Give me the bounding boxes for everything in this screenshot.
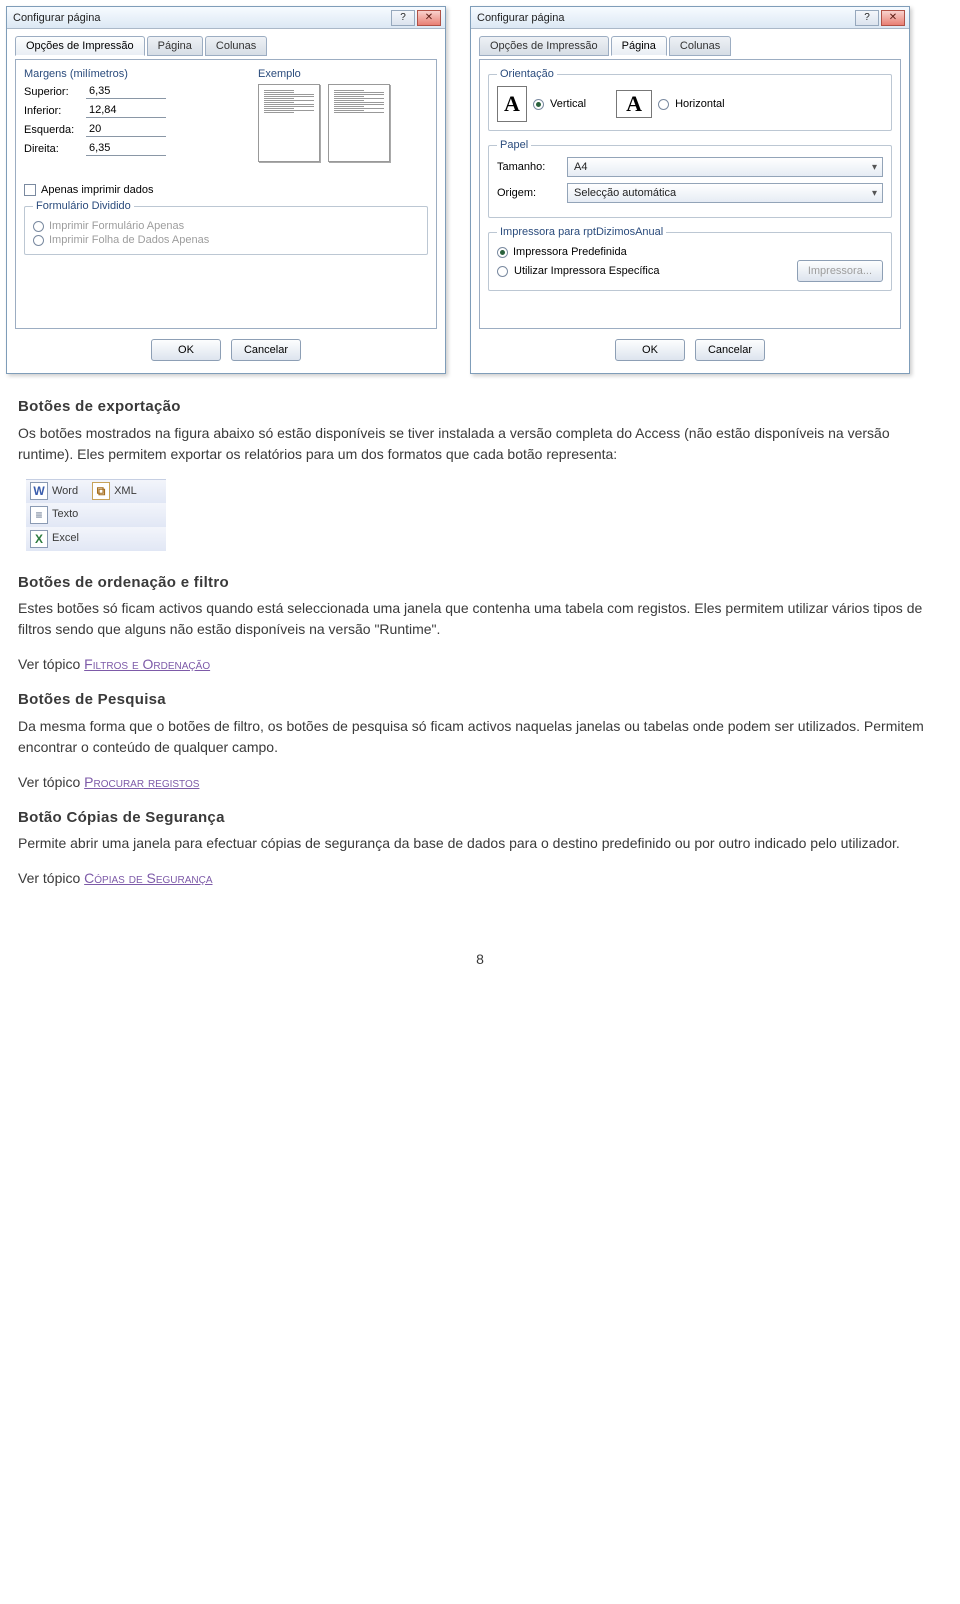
printer-legend: Impressora para rptDizimosAnual [497,226,666,238]
example-label: Exemplo [258,68,428,80]
landscape-page-icon: A [616,90,652,118]
split-form-legend: Formulário Dividido [33,200,134,212]
tab-opcoes-impressao[interactable]: Opções de Impressão [15,36,145,56]
paragraph-backup: Permite abrir uma janela para efectuar c… [18,833,942,854]
print-datasheet-only-label: Imprimir Folha de Dados Apenas [49,234,209,246]
specific-printer-label: Utilizar Impressora Específica [514,265,660,277]
paper-group: Papel Tamanho: A4 Origem: Selecção autom… [488,139,892,218]
page-preview-icon [328,84,390,162]
tab-colunas[interactable]: Colunas [205,36,267,56]
tab-opcoes-impressao[interactable]: Opções de Impressão [479,36,609,56]
paragraph-sort-filter: Estes botões só ficam activos quando est… [18,598,942,640]
portrait-page-icon: A [497,86,527,122]
tab-colunas[interactable]: Colunas [669,36,731,56]
paper-legend: Papel [497,139,531,151]
dialog-body-right: Opções de Impressão Página Colunas Orien… [471,29,909,373]
link-filters-ordenacao[interactable]: Filtros e Ordenação [84,656,210,672]
tamanho-dropdown[interactable]: A4 [567,157,883,177]
page-number: 8 [18,949,942,970]
heading-backup-button: Botão Cópias de Segurança [18,807,942,830]
margins-group: Margens (milímetros) Superior: Inferior:… [24,68,244,160]
printer-group: Impressora para rptDizimosAnual Impresso… [488,226,892,291]
dialog-title: Configurar página [477,12,853,24]
orientation-legend: Orientação [497,68,557,80]
titlebar-right: Configurar página ? ✕ [471,7,909,29]
dialog-body-left: Opções de Impressão Página Colunas Marge… [7,29,445,373]
see-topic-prefix: Ver tópico [18,774,84,790]
dialog-page-setup-left: Configurar página ? ✕ Opções de Impressã… [6,6,446,374]
default-printer-radio[interactable] [497,247,508,258]
only-data-checkbox[interactable] [24,184,36,196]
tamanho-label: Tamanho: [497,161,561,173]
tab-pagina[interactable]: Página [147,36,203,56]
heading-export-buttons: Botões de exportação [18,396,942,419]
horizontal-radio[interactable] [658,99,669,110]
tabs-right: Opções de Impressão Página Colunas [479,35,901,55]
paragraph-export: Os botões mostrados na figura abaixo só … [18,423,942,465]
help-button[interactable]: ? [391,10,415,26]
dialogs-row: Configurar página ? ✕ Opções de Impressã… [0,0,960,374]
cancel-button[interactable]: Cancelar [695,339,765,361]
help-button[interactable]: ? [855,10,879,26]
only-data-label: Apenas imprimir dados [41,184,154,196]
heading-search-buttons: Botões de Pesquisa [18,689,942,712]
xml-icon: ⧉ [92,482,110,500]
direita-label: Direita: [24,143,86,155]
vertical-label: Vertical [550,98,586,110]
link-copias-seguranca[interactable]: Cópias de Segurança [84,870,212,886]
see-topic-prefix: Ver tópico [18,870,84,886]
word-icon: W [30,482,48,500]
word-label: Word [52,483,78,500]
ok-button[interactable]: OK [151,339,221,361]
esquerda-input[interactable] [86,122,166,137]
print-datasheet-only-radio [33,235,44,246]
origem-dropdown[interactable]: Selecção automática [567,183,883,203]
excel-icon: X [30,530,48,548]
page-preview-icon [258,84,320,162]
tab-pagina[interactable]: Página [611,36,667,56]
margins-legend: Margens (milímetros) [24,68,244,80]
cancel-button[interactable]: Cancelar [231,339,301,361]
print-form-only-label: Imprimir Formulário Apenas [49,220,184,232]
heading-sort-filter: Botões de ordenação e filtro [18,572,942,595]
direita-input[interactable] [86,141,166,156]
example-area: Exemplo [258,68,428,168]
superior-label: Superior: [24,86,86,98]
superior-input[interactable] [86,84,166,99]
tabpanel-right: Orientação A Vertical A Horizontal [479,59,901,329]
text-icon: ≡ [30,506,48,524]
see-topic-filters: Ver tópico Filtros e Ordenação [18,654,942,675]
default-printer-label: Impressora Predefinida [513,246,627,258]
dialog-page-setup-right: Configurar página ? ✕ Opções de Impressã… [470,6,910,374]
printer-button: Impressora... [797,260,883,282]
dialog-title: Configurar página [13,12,389,24]
xml-label: XML [114,483,137,500]
inferior-input[interactable] [86,103,166,118]
close-button[interactable]: ✕ [881,10,905,26]
print-form-only-radio [33,221,44,232]
specific-printer-radio[interactable] [497,266,508,277]
see-topic-backup: Ver tópico Cópias de Segurança [18,868,942,889]
link-procurar-registos[interactable]: Procurar registos [84,774,199,790]
ok-button[interactable]: OK [615,339,685,361]
tabs-left: Opções de Impressão Página Colunas [15,35,437,55]
esquerda-label: Esquerda: [24,124,86,136]
inferior-label: Inferior: [24,105,86,117]
orientation-group: Orientação A Vertical A Horizontal [488,68,892,131]
horizontal-label: Horizontal [675,98,725,110]
close-button[interactable]: ✕ [417,10,441,26]
vertical-radio[interactable] [533,99,544,110]
text-label: Texto [52,506,78,523]
see-topic-prefix: Ver tópico [18,656,84,672]
paragraph-search: Da mesma forma que o botões de filtro, o… [18,716,942,758]
origem-label: Origem: [497,187,561,199]
tabpanel-left: Margens (milímetros) Superior: Inferior:… [15,59,437,329]
titlebar-left: Configurar página ? ✕ [7,7,445,29]
see-topic-search: Ver tópico Procurar registos [18,772,942,793]
excel-label: Excel [52,530,79,547]
split-form-group: Formulário Dividido Imprimir Formulário … [24,200,428,255]
export-icons-block: W Word ⧉ XML ≡ Texto X Excel [26,479,166,551]
document-body: Botões de exportação Os botões mostrados… [0,374,960,970]
